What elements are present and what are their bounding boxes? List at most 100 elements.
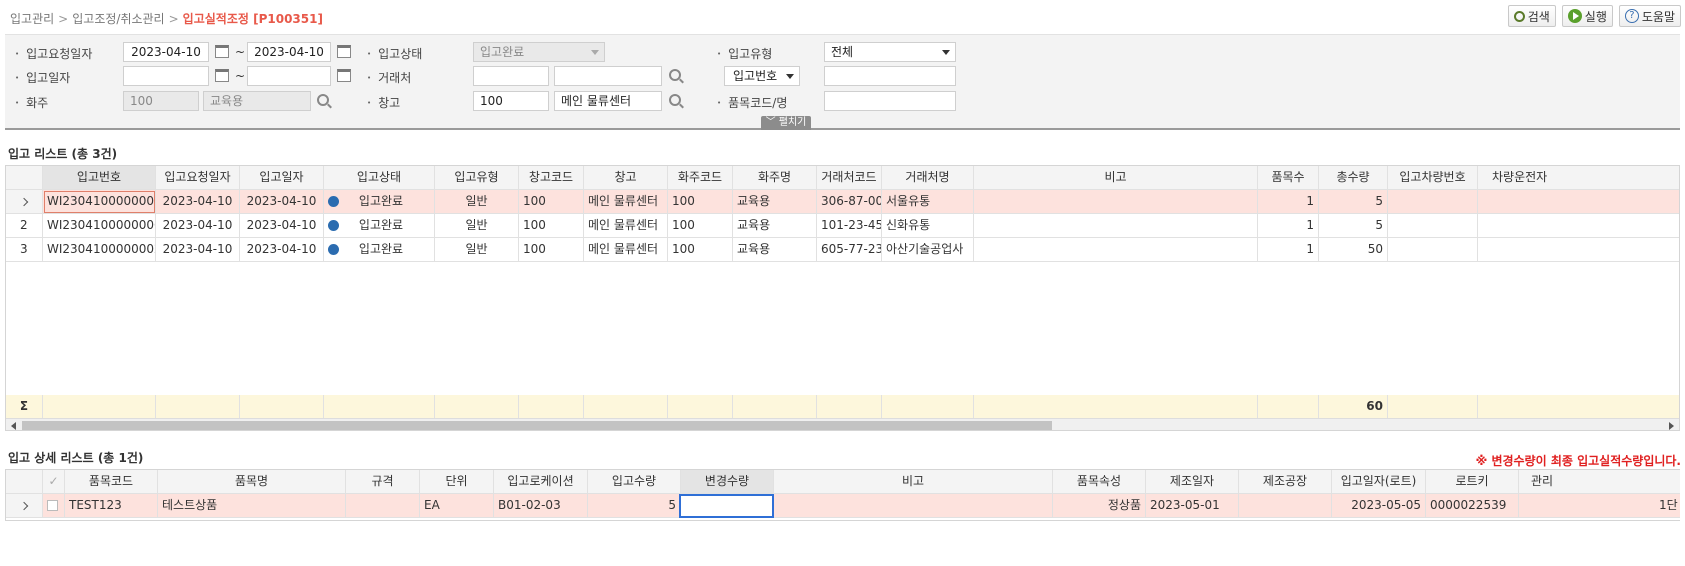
cell-driver[interactable] [1478, 190, 1679, 214]
cell-partner-code[interactable]: 101-23-456 [817, 214, 882, 238]
search-icon[interactable] [669, 69, 681, 81]
cell-owner[interactable]: 교육용 [733, 238, 817, 262]
column-header[interactable]: 거래처코드 [817, 166, 882, 190]
cell-car-no[interactable] [1388, 190, 1478, 214]
cell-in-date[interactable]: 2023-04-10 [240, 190, 324, 214]
horizontal-scrollbar[interactable] [6, 418, 1679, 430]
cell-status[interactable]: 입고완료 [324, 238, 435, 262]
cell-item-name[interactable]: 테스트상품 [158, 494, 346, 518]
cell-status[interactable]: 입고완료 [324, 214, 435, 238]
column-header[interactable]: 로트키 [1426, 470, 1519, 494]
column-header[interactable]: 변경수량 [681, 470, 774, 494]
cell-wh[interactable]: 메인 물류센터 [584, 190, 668, 214]
expand-toggle[interactable]: ﹀ 펼치기 [761, 116, 811, 130]
column-header[interactable]: 제조공장 [1239, 470, 1332, 494]
breadcrumb-item[interactable]: 입고조정/취소관리 [72, 12, 164, 26]
cell-driver[interactable] [1478, 214, 1679, 238]
column-header[interactable]: 화주코드 [668, 166, 733, 190]
search-icon[interactable] [317, 94, 329, 106]
column-header[interactable]: 입고일자 [240, 166, 324, 190]
warehouse-name-input[interactable]: 메인 물류센터 [554, 91, 662, 111]
cell-wh[interactable]: 메인 물류센터 [584, 238, 668, 262]
column-header[interactable]: 화주명 [733, 166, 817, 190]
in-date-to-input[interactable] [247, 66, 331, 86]
table-row[interactable]: WI2304100000007 2023-04-10 2023-04-10 입고… [6, 190, 1679, 214]
cell-in-date[interactable]: 2023-04-10 [240, 238, 324, 262]
cell-partner[interactable]: 신화유통 [882, 214, 974, 238]
cell-plant[interactable] [1239, 494, 1332, 518]
column-header[interactable]: 입고일자(로트) [1332, 470, 1426, 494]
calendar-icon[interactable] [215, 69, 229, 82]
cell-car-no[interactable] [1388, 238, 1478, 262]
cell-inbound-no[interactable]: WI2304100000002 [43, 238, 156, 262]
in-date-from-input[interactable] [123, 66, 209, 86]
column-header[interactable]: 창고 [584, 166, 668, 190]
column-header[interactable]: 품목코드 [65, 470, 158, 494]
help-button[interactable]: ? 도움말 [1618, 5, 1681, 27]
select-all-checkbox[interactable]: ✓ [43, 470, 65, 494]
cell-type[interactable]: 일반 [435, 190, 519, 214]
cell-item-attr[interactable]: 정상품 [1053, 494, 1146, 518]
column-header[interactable]: 품목수 [1258, 166, 1319, 190]
cell-req-date[interactable]: 2023-04-10 [156, 214, 240, 238]
cell-owner[interactable]: 교육용 [733, 190, 817, 214]
cell-inbound-no[interactable]: WI2304100000007 [43, 190, 156, 214]
cell-item-count[interactable]: 1 [1258, 238, 1319, 262]
column-header[interactable]: 품목명 [158, 470, 346, 494]
partner-code-input[interactable] [473, 66, 549, 86]
cell-wh[interactable]: 메인 물류센터 [584, 214, 668, 238]
owner-name-input[interactable]: 교육용 [203, 91, 311, 111]
status-select[interactable]: 입고완료 [473, 42, 605, 62]
column-header[interactable]: 단위 [420, 470, 494, 494]
cell-total-qty[interactable]: 50 [1319, 238, 1388, 262]
cell-car-no[interactable] [1388, 214, 1478, 238]
req-date-from-input[interactable]: 2023-04-10 [123, 42, 209, 62]
cell-lot-date[interactable]: 2023-05-05 [1332, 494, 1426, 518]
cell-in-qty[interactable]: 5 [588, 494, 681, 518]
column-header[interactable]: 총수량 [1319, 166, 1388, 190]
cell-owner-code[interactable]: 100 [668, 238, 733, 262]
column-header[interactable]: 비고 [774, 470, 1053, 494]
warehouse-code-input[interactable]: 100 [473, 91, 549, 111]
cell-remark[interactable] [974, 238, 1258, 262]
cell-partner[interactable]: 아산기술공업사 [882, 238, 974, 262]
cell-wh-code[interactable]: 100 [519, 190, 584, 214]
cell-status[interactable]: 입고완료 [324, 190, 435, 214]
column-header[interactable]: 입고요청일자 [156, 166, 240, 190]
column-header[interactable]: 입고상태 [324, 166, 435, 190]
column-header[interactable]: 입고로케이션 [494, 470, 588, 494]
column-header[interactable]: 창고코드 [519, 166, 584, 190]
cell-in-date[interactable]: 2023-04-10 [240, 214, 324, 238]
cell-item-code[interactable]: TEST123 [65, 494, 158, 518]
column-header[interactable]: 거래처명 [882, 166, 974, 190]
column-header[interactable]: 차량운전자 [1478, 166, 1679, 190]
column-header[interactable]: 관리 [1519, 470, 1680, 494]
cell-wh-code[interactable]: 100 [519, 214, 584, 238]
search-icon[interactable] [669, 94, 681, 106]
number-type-select[interactable]: 입고번호 [724, 66, 800, 86]
cell-total-qty[interactable]: 5 [1319, 214, 1388, 238]
cell-item-count[interactable]: 1 [1258, 214, 1319, 238]
table-row[interactable]: 3 WI2304100000002 2023-04-10 2023-04-10 … [6, 238, 1679, 262]
cell-location[interactable]: B01-02-03 [494, 494, 588, 518]
cell-spec[interactable] [346, 494, 420, 518]
cell-total-qty[interactable]: 5 [1319, 190, 1388, 214]
cell-partner-code[interactable]: 306-87-002 [817, 190, 882, 214]
cell-inbound-no[interactable]: WI2304100000006 [43, 214, 156, 238]
cell-driver[interactable] [1478, 238, 1679, 262]
cell-type[interactable]: 일반 [435, 214, 519, 238]
column-header[interactable]: 규격 [346, 470, 420, 494]
cell-partner[interactable]: 서울유통 [882, 190, 974, 214]
cell-mfg-date[interactable]: 2023-05-01 [1146, 494, 1239, 518]
owner-code-input[interactable]: 100 [123, 91, 199, 111]
row-checkbox[interactable] [43, 494, 65, 518]
cell-item-count[interactable]: 1 [1258, 190, 1319, 214]
number-input[interactable] [824, 66, 956, 86]
table-row[interactable]: 2 WI2304100000006 2023-04-10 2023-04-10 … [6, 214, 1679, 238]
breadcrumb-item[interactable]: 입고관리 [10, 12, 54, 26]
cell-unit[interactable]: EA [420, 494, 494, 518]
scroll-left-icon[interactable] [11, 422, 16, 430]
cell-owner[interactable]: 교육용 [733, 214, 817, 238]
calendar-icon[interactable] [215, 45, 229, 58]
change-qty-editor[interactable] [679, 494, 774, 518]
